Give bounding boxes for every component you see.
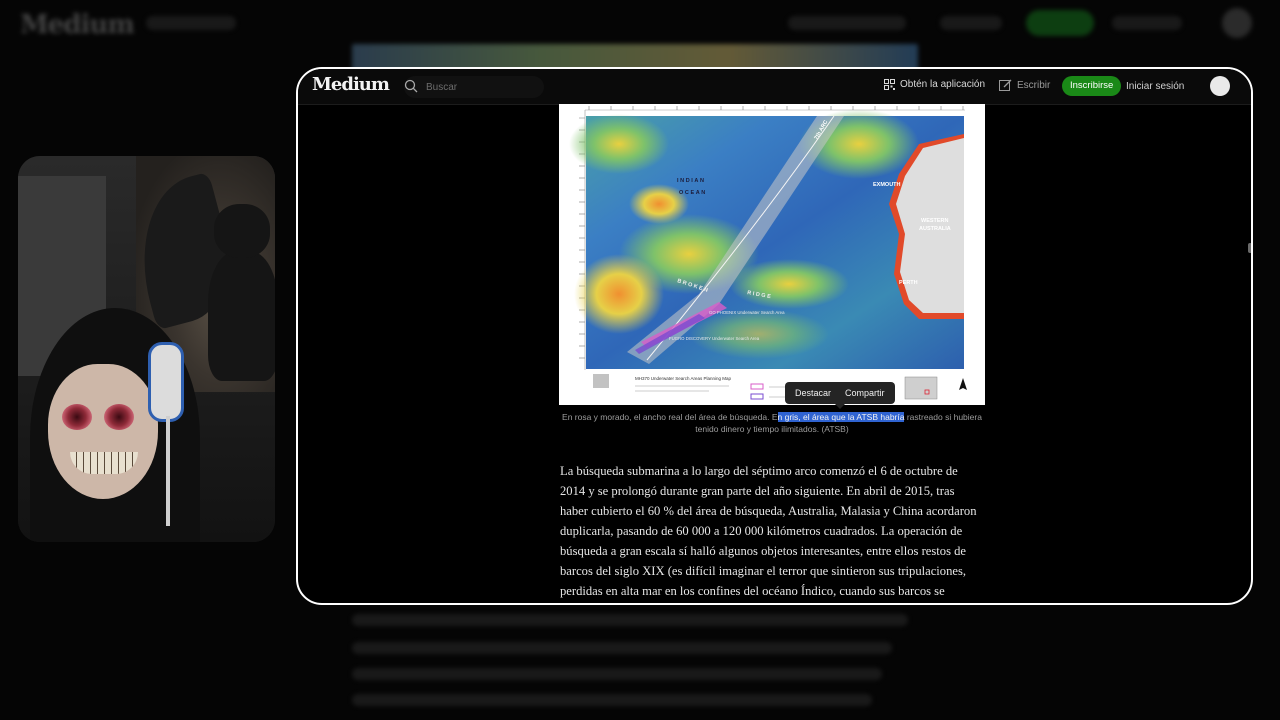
background-avatar <box>1222 8 1252 38</box>
figure-caption: En rosa y morado, el ancho real del área… <box>559 411 985 435</box>
avatar[interactable] <box>1210 76 1230 96</box>
caption-text: En rosa y morado, el ancho real del área… <box>562 412 778 422</box>
map-label-region: WESTERN <box>921 218 949 224</box>
qr-code-icon <box>884 79 895 90</box>
browser-window: Medium Obtén la aplicación Escrib <box>296 67 1253 605</box>
background-login <box>1112 16 1182 30</box>
top-navigation: Medium Obtén la aplicación Escrib <box>298 69 1251 105</box>
article-paragraph: La búsqueda submarina a lo largo del sép… <box>560 464 977 598</box>
search-map-figure: INDIAN OCEAN BROKEN RIDGE WESTERN AUSTRA… <box>559 104 985 405</box>
login-link[interactable]: Iniciar sesión <box>1126 81 1184 92</box>
background-write <box>940 16 1002 30</box>
selection-tooltip: Destacar Compartir <box>785 382 895 409</box>
map-label-city: EXMOUTH <box>873 182 901 188</box>
webcam-mask-eye <box>62 404 92 430</box>
share-button[interactable]: Compartir <box>845 388 885 398</box>
background-text-line <box>352 694 872 706</box>
search-map-image: INDIAN OCEAN BROKEN RIDGE WESTERN AUSTRA… <box>569 106 967 404</box>
highlight-button[interactable]: Destacar <box>795 388 831 398</box>
webcam-overlay <box>18 156 275 542</box>
map-label-region: AUSTRALIA <box>919 226 951 232</box>
pencil-icon <box>999 79 1012 91</box>
map-title: MH370 Underwater Search Areas Planning M… <box>635 376 732 381</box>
search-box[interactable] <box>404 76 544 98</box>
background-search <box>146 16 236 30</box>
map-label-ocean: OCEAN <box>679 190 707 196</box>
get-app-label: Obtén la aplicación <box>900 79 986 90</box>
background-text-line <box>352 614 908 626</box>
webcam-cat-head <box>214 204 270 258</box>
map-label-city: PERTH <box>899 280 918 286</box>
write-button[interactable]: Escribir <box>999 79 1050 92</box>
map-label-search-area: FUGRO DISCOVERY Underwater Search Area <box>669 336 760 341</box>
background-text-line <box>352 668 882 680</box>
medium-logo[interactable]: Medium <box>312 74 390 95</box>
background-logo: Medium <box>20 10 135 40</box>
webcam-headphone <box>148 342 184 422</box>
webcam-mask-eye <box>104 404 134 430</box>
map-label-ocean: INDIAN <box>677 178 706 184</box>
background-signup <box>1026 10 1094 36</box>
webcam-mask <box>48 364 158 499</box>
search-input[interactable] <box>426 79 536 95</box>
search-icon <box>404 79 418 93</box>
get-app-button[interactable]: Obtén la aplicación <box>884 79 985 90</box>
write-label: Escribir <box>1017 80 1051 91</box>
background-get-app <box>788 16 906 30</box>
signup-button[interactable]: Inscribirse <box>1062 76 1122 96</box>
webcam-cat-statue <box>208 251 275 381</box>
webcam-cable <box>166 416 170 526</box>
background-text-line <box>352 642 892 654</box>
map-label-search-area: GO PHOENIX Underwater Search Area <box>709 310 785 315</box>
caption-selected-text[interactable]: n gris, el área que la ATSB habría <box>777 412 905 422</box>
scrollbar-thumb[interactable] <box>1248 243 1251 253</box>
